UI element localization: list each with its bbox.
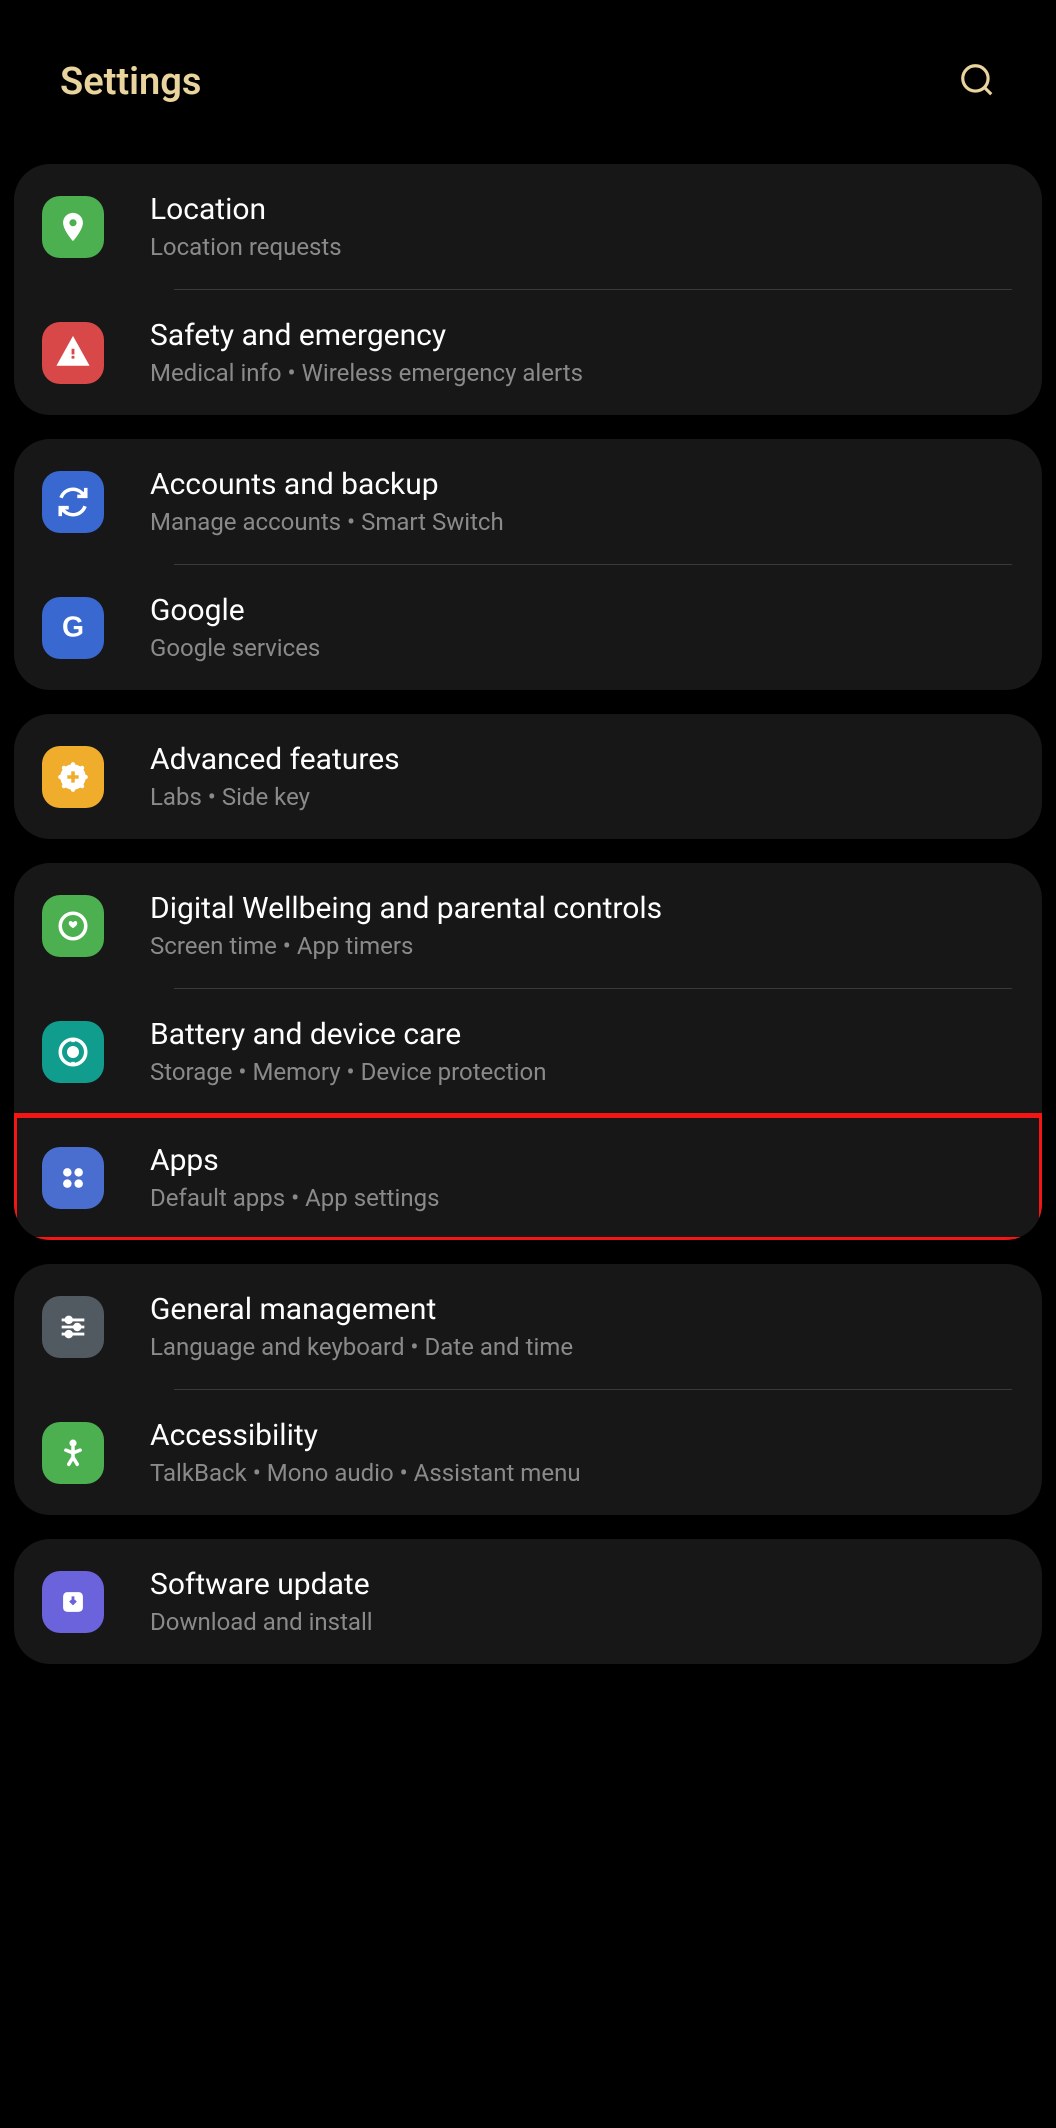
settings-item-title: Location — [150, 192, 342, 227]
settings-item-title: Accessibility — [150, 1418, 581, 1453]
settings-item-location[interactable]: Location Location requests — [14, 164, 1042, 289]
settings-item-title: Apps — [150, 1143, 439, 1178]
care-icon — [42, 1021, 104, 1083]
search-icon[interactable] — [958, 61, 996, 103]
plus-gear-icon — [42, 746, 104, 808]
settings-item-title: Accounts and backup — [150, 467, 504, 502]
settings-item-subtitle: Download and install — [150, 1608, 373, 1636]
settings-item-wellbeing[interactable]: Digital Wellbeing and parental controls S… — [14, 863, 1042, 988]
settings-item-title: Safety and emergency — [150, 318, 583, 353]
settings-item-subtitle: Location requests — [150, 233, 342, 261]
settings-item-subtitle: Default apps • App settings — [150, 1184, 439, 1212]
settings-item-accounts[interactable]: Accounts and backup Manage accounts • Sma… — [14, 439, 1042, 564]
settings-item-subtitle: Language and keyboard • Date and time — [150, 1333, 573, 1361]
settings-item-general[interactable]: General management Language and keyboard … — [14, 1264, 1042, 1389]
settings-group: Digital Wellbeing and parental controls S… — [14, 863, 1042, 1240]
settings-item-title: Battery and device care — [150, 1017, 546, 1052]
sync-icon — [42, 471, 104, 533]
settings-group: Software update Download and install — [14, 1539, 1042, 1664]
settings-item-text: Accounts and backup Manage accounts • Sma… — [150, 467, 504, 536]
settings-item-accessibility[interactable]: Accessibility TalkBack • Mono audio • Ass… — [14, 1390, 1042, 1515]
settings-item-subtitle: Medical info • Wireless emergency alerts — [150, 359, 583, 387]
update-icon — [42, 1571, 104, 1633]
settings-item-text: Battery and device care Storage • Memory … — [150, 1017, 546, 1086]
accessibility-icon — [42, 1422, 104, 1484]
settings-item-subtitle: Google services — [150, 634, 320, 662]
settings-item-subtitle: Manage accounts • Smart Switch — [150, 508, 504, 536]
settings-item-text: Location Location requests — [150, 192, 342, 261]
settings-content: Location Location requests Safety and emer… — [0, 164, 1056, 1664]
settings-item-text: General management Language and keyboard … — [150, 1292, 573, 1361]
settings-item-text: Google Google services — [150, 593, 320, 662]
settings-item-text: Advanced features Labs • Side key — [150, 742, 400, 811]
settings-item-safety[interactable]: Safety and emergency Medical info • Wirel… — [14, 290, 1042, 415]
location-pin-icon — [42, 196, 104, 258]
settings-item-software[interactable]: Software update Download and install — [14, 1539, 1042, 1664]
sliders-icon — [42, 1296, 104, 1358]
alert-icon — [42, 322, 104, 384]
settings-item-advanced[interactable]: Advanced features Labs • Side key — [14, 714, 1042, 839]
settings-item-title: General management — [150, 1292, 573, 1327]
settings-item-title: Google — [150, 593, 320, 628]
settings-group: Advanced features Labs • Side key — [14, 714, 1042, 839]
settings-item-text: Software update Download and install — [150, 1567, 373, 1636]
header: Settings — [0, 0, 1056, 164]
settings-item-subtitle: Screen time • App timers — [150, 932, 662, 960]
google-icon: G — [42, 597, 104, 659]
apps-icon — [42, 1147, 104, 1209]
settings-item-battery[interactable]: Battery and device care Storage • Memory … — [14, 989, 1042, 1114]
page-title: Settings — [60, 60, 201, 104]
wellbeing-icon — [42, 895, 104, 957]
settings-group: Location Location requests Safety and emer… — [14, 164, 1042, 415]
settings-item-text: Digital Wellbeing and parental controls S… — [150, 891, 662, 960]
settings-item-subtitle: Labs • Side key — [150, 783, 400, 811]
settings-item-text: Safety and emergency Medical info • Wirel… — [150, 318, 583, 387]
settings-item-text: Accessibility TalkBack • Mono audio • Ass… — [150, 1418, 581, 1487]
settings-item-text: Apps Default apps • App settings — [150, 1143, 439, 1212]
settings-item-title: Software update — [150, 1567, 373, 1602]
settings-item-apps[interactable]: Apps Default apps • App settings — [14, 1115, 1042, 1240]
svg-text:G: G — [62, 611, 84, 643]
settings-group: Accounts and backup Manage accounts • Sma… — [14, 439, 1042, 690]
settings-item-subtitle: TalkBack • Mono audio • Assistant menu — [150, 1459, 581, 1487]
settings-group: General management Language and keyboard … — [14, 1264, 1042, 1515]
settings-item-title: Digital Wellbeing and parental controls — [150, 891, 662, 926]
settings-item-subtitle: Storage • Memory • Device protection — [150, 1058, 546, 1086]
settings-item-google[interactable]: G Google Google services — [14, 565, 1042, 690]
settings-item-title: Advanced features — [150, 742, 400, 777]
